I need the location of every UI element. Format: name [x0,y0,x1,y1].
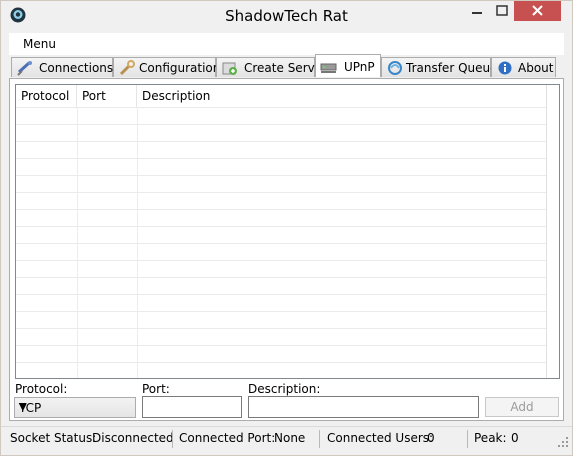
description-label: Description: [248,382,321,396]
column-divider [137,107,138,378]
column-header-port[interactable]: Port [77,85,137,107]
tab-about[interactable]: About [491,57,556,77]
connected-users-value: 0 [427,431,435,445]
protocol-label: Protocol: [15,382,68,396]
menu-bar: Menu [9,33,564,55]
tab-label: UPnP [344,60,375,74]
socket-status-value: Disconnected [92,431,174,445]
tab-create-server[interactable]: Create Server [216,57,327,77]
info-icon [498,61,512,75]
transfer-icon [388,61,402,75]
status-divider [172,430,173,448]
tab-label: Connections [39,61,114,75]
connected-port-value: None [274,431,306,445]
vertical-scrollbar[interactable] [546,85,559,378]
menu-item-menu[interactable]: Menu [23,37,56,51]
wrench-icon [119,60,135,76]
tab-connections[interactable]: Connections [11,57,113,77]
protocol-select[interactable]: TCP ▼ [14,397,136,418]
tab-label: Configuration [139,61,221,75]
title-bar: ShadowTech Rat [1,1,572,31]
tab-upnp[interactable]: UPnP [315,54,381,77]
status-divider [319,430,320,448]
socket-status-label: Socket Status: [10,431,97,445]
port-input[interactable] [142,396,242,418]
close-icon [532,5,543,16]
tab-strip: Connections Configuration Create Server … [9,54,564,79]
tab-configuration[interactable]: Configuration [113,57,220,77]
peak-label: Peak: [474,431,507,445]
description-input[interactable] [248,396,479,418]
add-button[interactable]: Add [485,397,559,417]
port-label: Port: [142,382,170,396]
resize-grip-icon[interactable] [557,436,569,448]
status-divider [467,430,468,448]
chevron-down-icon: ▼ [19,402,27,413]
connected-users-label: Connected Users: [327,431,434,445]
tab-transfer-queue[interactable]: Transfer Queue [381,57,498,77]
peak-value: 0 [511,431,519,445]
minimize-icon [472,12,482,14]
list-header: Protocol Port Description [16,85,559,107]
status-bar: Socket Status: Disconnected Connected Po… [1,426,572,451]
column-divider [77,107,78,378]
tab-label: About [518,61,554,75]
list-rows [16,107,559,378]
upnp-panel: Protocol Port Description [9,78,564,421]
router-icon [320,63,337,73]
column-header-description[interactable]: Description [137,85,545,107]
server-create-icon [222,62,237,75]
tab-label: Transfer Queue [406,61,498,75]
satellite-icon [17,61,32,76]
minimize-button[interactable] [463,1,491,21]
maximize-icon [496,5,508,16]
column-header-protocol[interactable]: Protocol [16,85,77,107]
close-button[interactable] [514,1,561,21]
port-mapping-list[interactable]: Protocol Port Description [15,84,560,379]
app-window: ShadowTech Rat Menu Connections Configur… [0,0,573,456]
connected-port-label: Connected Port: [179,431,276,445]
